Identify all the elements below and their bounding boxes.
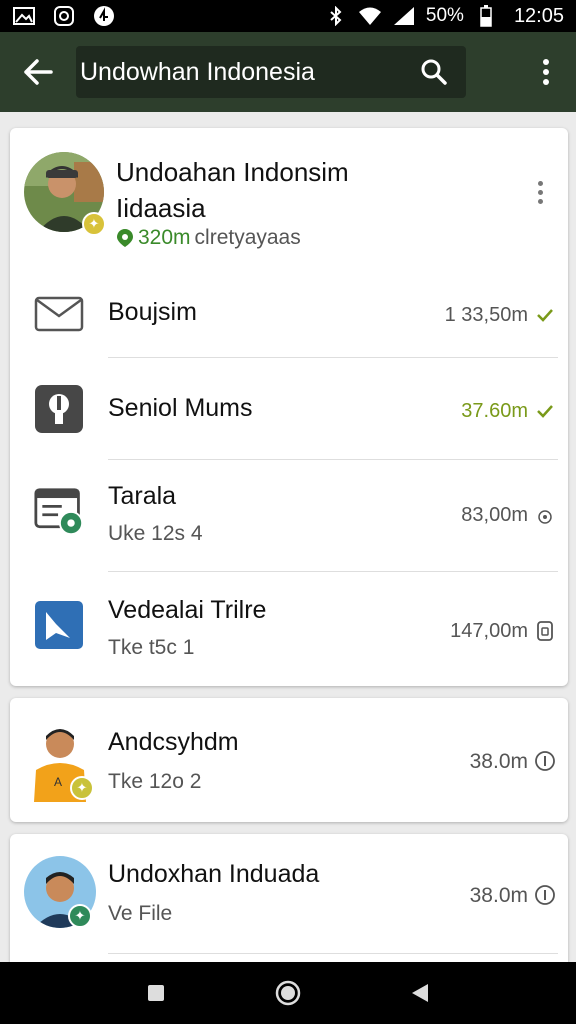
profile-name: Undoahan Indonsim Iidaasia bbox=[116, 154, 476, 226]
divider bbox=[108, 953, 558, 954]
row-title: Seniol Mums bbox=[108, 394, 253, 422]
badge-icon: ✦ bbox=[68, 904, 92, 928]
navigation-bar bbox=[0, 962, 576, 1024]
list-item[interactable]: Seniol Mums 37.60m bbox=[10, 358, 568, 460]
verified-badge-icon: ✦ bbox=[82, 212, 106, 236]
more-vert-icon bbox=[543, 59, 549, 85]
row-subtitle: Tke t5c 1 bbox=[108, 636, 195, 659]
check-icon bbox=[534, 400, 556, 422]
app-logo-icon bbox=[34, 600, 84, 650]
arrow-back-icon bbox=[24, 59, 53, 85]
profile-name-line1: Undoahan Indonsim bbox=[116, 157, 349, 187]
profile-status-text: clretyayaas bbox=[194, 226, 301, 249]
back-nav-button[interactable] bbox=[400, 973, 440, 1013]
signal-icon bbox=[392, 6, 416, 26]
bluetooth-icon bbox=[324, 6, 348, 26]
lock-icon bbox=[534, 620, 556, 642]
row-value: 83,00m bbox=[461, 504, 528, 526]
contact-name: Andcsyhdm bbox=[108, 728, 239, 756]
info-icon bbox=[534, 750, 556, 772]
recent-apps-button[interactable] bbox=[136, 973, 176, 1013]
status-bar: 50% 12:05 bbox=[0, 0, 576, 32]
instagram-icon bbox=[52, 6, 76, 26]
profile-name-line2: Iidaasia bbox=[116, 193, 206, 223]
svg-text:A: A bbox=[54, 775, 62, 789]
contact-card[interactable]: A ✦ Andcsyhdm Tke 12o 2 38.0m bbox=[10, 698, 568, 822]
profile-header[interactable]: ✦ Undoahan Indonsim Iidaasia 320m clrety… bbox=[10, 128, 568, 270]
row-title: Boujsim bbox=[108, 298, 197, 326]
location-pin-icon bbox=[117, 229, 133, 247]
contact-subtitle: Ve File bbox=[108, 902, 173, 925]
search-icon bbox=[421, 59, 447, 85]
settings-badge-icon bbox=[34, 384, 84, 434]
triangle-back-icon bbox=[412, 984, 428, 1002]
list-item[interactable]: Vedealai Trilre Tke t5c 1 147,00m bbox=[10, 572, 568, 686]
square-icon bbox=[148, 985, 164, 1001]
overflow-menu-button[interactable] bbox=[516, 32, 576, 112]
contact-subtitle: Tke 12o 2 bbox=[108, 770, 202, 793]
wifi-icon bbox=[358, 6, 382, 26]
info-icon bbox=[534, 884, 556, 906]
row-value: 1 33,50m bbox=[444, 304, 528, 326]
notification-icon bbox=[92, 6, 116, 26]
contact-name: Undoxhan Induada bbox=[108, 860, 320, 888]
clock-icon bbox=[534, 506, 556, 528]
contact-card[interactable]: ✦ Undoxhan Induada Ve File 38.0m bbox=[10, 834, 568, 974]
app-bar: Undowhan Indonesia bbox=[0, 32, 576, 112]
envelope-icon bbox=[34, 289, 84, 339]
gallery-icon bbox=[12, 6, 36, 26]
search-query[interactable]: Undowhan Indonesia bbox=[80, 58, 416, 87]
row-title: Tarala bbox=[108, 482, 177, 510]
battery-percent: 50% bbox=[425, 5, 464, 26]
row-value: 37.60m bbox=[461, 400, 528, 422]
clock: 12:05 bbox=[513, 4, 564, 27]
back-button[interactable] bbox=[0, 32, 76, 112]
check-icon bbox=[534, 304, 556, 326]
profile-distance: 320m bbox=[138, 226, 191, 249]
row-value: 147,00m bbox=[450, 620, 528, 642]
home-circle-icon bbox=[275, 980, 301, 1006]
search-button[interactable] bbox=[416, 54, 452, 90]
row-subtitle: Uke 12s 4 bbox=[108, 522, 203, 545]
row-title: Vedealai Trilre bbox=[108, 596, 267, 624]
battery-icon bbox=[474, 5, 498, 27]
contact-distance: 38.0m bbox=[469, 884, 528, 907]
profile-card: ✦ Undoahan Indonsim Iidaasia 320m clrety… bbox=[10, 128, 568, 686]
list-item[interactable]: Tarala Uke 12s 4 83,00m bbox=[10, 460, 568, 572]
calendar-edit-icon bbox=[34, 486, 84, 536]
search-field[interactable]: Undowhan Indonesia bbox=[76, 46, 466, 98]
contact-distance: 38.0m bbox=[469, 750, 528, 773]
home-button[interactable] bbox=[268, 973, 308, 1013]
list-item[interactable]: Boujsim 1 33,50m bbox=[10, 270, 568, 358]
badge-icon: ✦ bbox=[70, 776, 94, 800]
profile-menu-button[interactable] bbox=[526, 174, 554, 210]
profile-status: 320m clretyayaas bbox=[116, 226, 301, 250]
